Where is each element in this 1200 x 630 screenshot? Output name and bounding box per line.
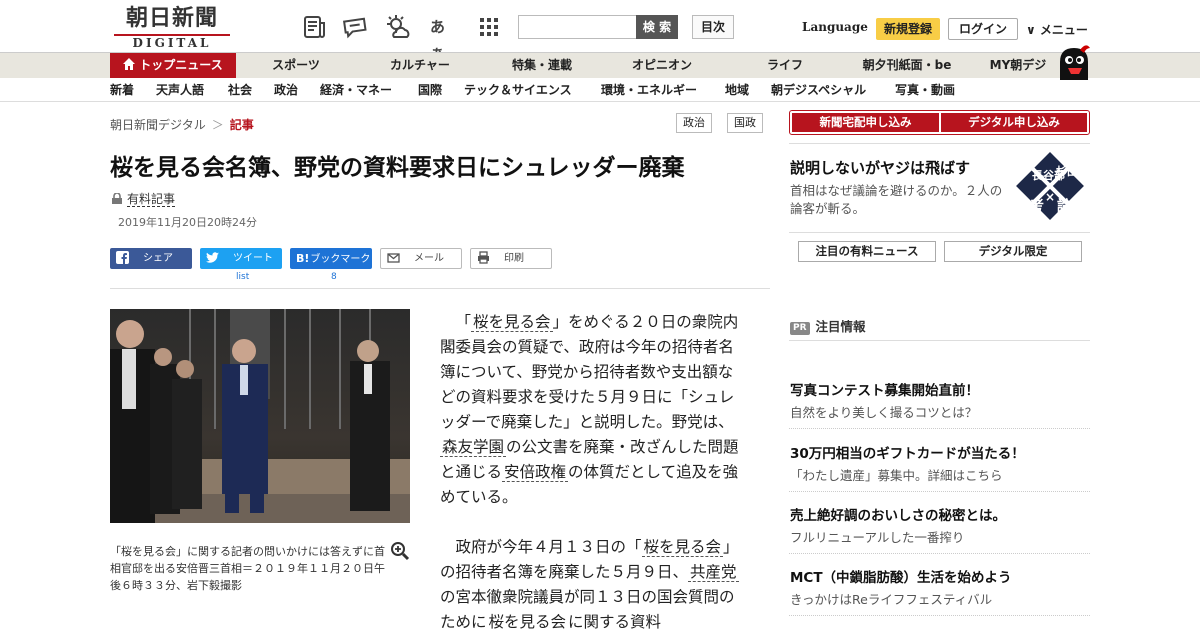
- subscribe-paper-button[interactable]: 新聞宅配申し込み: [792, 113, 939, 132]
- keyword-link[interactable]: 共産党: [688, 563, 739, 582]
- promo-title[interactable]: 説明しないがヤジは飛ばす: [790, 157, 970, 178]
- mail-icon: [387, 253, 400, 263]
- weather-icon[interactable]: [385, 14, 411, 40]
- logo-text: 朝日新聞: [125, 5, 218, 31]
- nav-item-region[interactable]: 地域: [725, 78, 749, 102]
- home-icon: [123, 58, 136, 70]
- menu-button[interactable]: ∨ メニュー: [1026, 21, 1088, 38]
- breadcrumb-home[interactable]: 朝日新聞デジタル: [110, 118, 206, 132]
- nav-item-tenseijingo[interactable]: 天声人語: [156, 78, 204, 102]
- featured-item-title[interactable]: MCT（中鎖脂肪酸）生活を始めよう: [790, 566, 1012, 586]
- promo-logo-text: 論: [1057, 197, 1073, 215]
- featured-item-desc[interactable]: 自然をより美しく撮るコツとは？: [790, 402, 977, 421]
- featured-item-desc[interactable]: きっかけはReライフフェスティバル: [790, 589, 992, 608]
- nav-item-economy[interactable]: 経済・マネー: [320, 78, 392, 102]
- nav-item-environment[interactable]: 環境・エネルギー: [601, 78, 697, 102]
- twitter-count[interactable]: list: [236, 272, 249, 282]
- keyword-link[interactable]: 桜を見る会: [641, 538, 724, 557]
- promo-logo-text: ×: [1045, 190, 1055, 204]
- keyword-link[interactable]: 森友学園: [440, 438, 507, 457]
- article-paragraph: 政府が今年４月１３日の「 桜を見る会 」の招待者名簿を廃棄した５月９日、 共産党の宮本…: [440, 538, 739, 630]
- apps-grid-icon[interactable]: [476, 14, 502, 40]
- font-size-icon[interactable]: あぁ: [430, 14, 456, 62]
- featured-item-title[interactable]: 売上絶好調のおいしさの秘密とは。: [790, 504, 1006, 524]
- nav-item-special[interactable]: 朝デジスペシャル: [771, 78, 866, 102]
- mascot-icon: [1060, 45, 1090, 80]
- paid-article-label: 有料記事: [127, 192, 176, 207]
- tag-politics[interactable]: 政治: [676, 113, 712, 133]
- nav-item-photo-video[interactable]: 写真・動画: [895, 78, 955, 102]
- breadcrumb-current: 記事: [229, 118, 254, 132]
- digital-only-button[interactable]: デジタル限定: [944, 241, 1082, 262]
- facebook-share-button[interactable]: シェア: [110, 248, 192, 269]
- breadcrumb: 朝日新聞デジタル ＞ 記事: [110, 116, 254, 133]
- nav-item-society[interactable]: 社会: [228, 78, 252, 102]
- zoom-in-icon[interactable]: [390, 541, 410, 561]
- twitter-icon: [206, 252, 219, 263]
- keyword-link[interactable]: 桜を見る会: [471, 313, 553, 332]
- language-link[interactable]: Language: [802, 20, 868, 34]
- promo-logo[interactable]: 長谷部 杉田 考 × 論: [1012, 150, 1088, 222]
- article-photo[interactable]: [110, 309, 410, 523]
- article-body: 「桜を見る会 」をめぐる２０日の衆院内閣委員会の質疑で、政府は今年の招待者名簿につ…: [440, 310, 746, 630]
- promo-description: 首相はなぜ議論を避けるのか。２人の論客が斬る。: [790, 183, 1003, 216]
- featured-item-title[interactable]: 30万円相当のギフトカードが当たる！: [790, 442, 1025, 462]
- promo-logo-text: 杉田: [1056, 164, 1078, 178]
- nav-item-culture[interactable]: カルチャー: [370, 53, 470, 78]
- nav-item-features[interactable]: 特集・連載: [490, 53, 594, 78]
- nav-item-sports[interactable]: スポーツ: [256, 53, 336, 78]
- featured-item-desc[interactable]: 「わたし遺産」募集中。詳細はこちら: [790, 465, 1003, 484]
- lock-icon: [112, 193, 122, 204]
- facebook-icon: [116, 251, 129, 264]
- keyword-link[interactable]: 桜を見る会: [486, 613, 569, 630]
- print-icon: [478, 251, 489, 264]
- search-button[interactable]: 検 索: [636, 15, 678, 39]
- hatena-count[interactable]: 8: [331, 272, 337, 282]
- search-input[interactable]: [518, 15, 636, 39]
- subscribe-digital-button[interactable]: デジタル申し込み: [941, 113, 1087, 132]
- secondary-nav: 新着 天声人語 社会 政治 経済・マネー 国際 テック＆サイエンス 環境・エネル…: [0, 78, 1200, 102]
- article-date: 2019年11月20日20時24分: [118, 216, 257, 229]
- hatena-icon: B!: [296, 252, 310, 265]
- chat-bubble-icon[interactable]: [343, 14, 369, 40]
- site-logo[interactable]: 朝日新聞 DIGITAL: [114, 5, 230, 50]
- mail-share-button[interactable]: メール: [380, 248, 462, 269]
- article-paragraph: 「桜を見る会 」をめぐる２０日の衆院内閣委員会の質疑で、政府は今年の招待者名簿につ…: [440, 313, 739, 506]
- register-button[interactable]: 新規登録: [876, 18, 940, 40]
- keyword-link[interactable]: 安倍政権: [502, 463, 569, 482]
- paid-news-button[interactable]: 注目の有料ニュース: [798, 241, 936, 262]
- newspaper-icon[interactable]: [302, 14, 328, 40]
- print-button[interactable]: 印刷: [470, 248, 552, 269]
- toc-button[interactable]: 目次: [692, 15, 734, 39]
- nav-item-opinion[interactable]: オピニオン: [612, 53, 712, 78]
- promo-logo-text: 考: [1029, 197, 1044, 215]
- nav-item-international[interactable]: 国際: [418, 78, 442, 102]
- nav-item-tech-science[interactable]: テック＆サイエンス: [464, 78, 572, 102]
- nav-item-politics[interactable]: 政治: [274, 78, 298, 102]
- logo-subtext: DIGITAL: [130, 36, 214, 50]
- nav-item-top-news[interactable]: トップニュース: [110, 53, 236, 78]
- nav-item-life[interactable]: ライフ: [745, 53, 825, 78]
- featured-header: PR 注目情報: [790, 316, 866, 335]
- site-header: 朝日新聞 DIGITAL あぁ 検 索 目次 Language 新規登録 ログイ…: [0, 0, 1200, 62]
- article-title: 桜を見る会名簿、野党の資料要求日にシュレッダー廃棄: [110, 155, 685, 181]
- paid-article-badge: 有料記事: [112, 190, 176, 207]
- pr-badge: PR: [790, 322, 810, 335]
- breadcrumb-separator: ＞: [211, 118, 224, 132]
- login-button[interactable]: ログイン: [948, 18, 1018, 40]
- nav-item-label: トップニュース: [139, 58, 223, 72]
- nav-item-my-asadigi[interactable]: MY朝デジ: [978, 53, 1058, 78]
- tag-national-politics[interactable]: 国政: [727, 113, 763, 133]
- primary-nav: トップニュース スポーツ カルチャー 特集・連載 オピニオン ライフ 朝夕刊紙面…: [0, 52, 1200, 78]
- featured-item-desc[interactable]: フルリニューアルした一番搾り: [790, 527, 964, 546]
- featured-item-title[interactable]: 写真コンテスト募集開始直前！: [790, 379, 979, 399]
- twitter-share-button[interactable]: ツイート: [200, 248, 282, 269]
- hatena-bookmark-button[interactable]: B!ブックマーク: [290, 248, 372, 269]
- nav-item-latest[interactable]: 新着: [110, 78, 134, 102]
- nav-item-paper-edition[interactable]: 朝夕刊紙面・be: [852, 53, 962, 78]
- photo-caption: 「桜を見る会」に関する記者の問いかけには答えずに首相官邸を出る安倍晋三首相＝２０…: [110, 545, 385, 592]
